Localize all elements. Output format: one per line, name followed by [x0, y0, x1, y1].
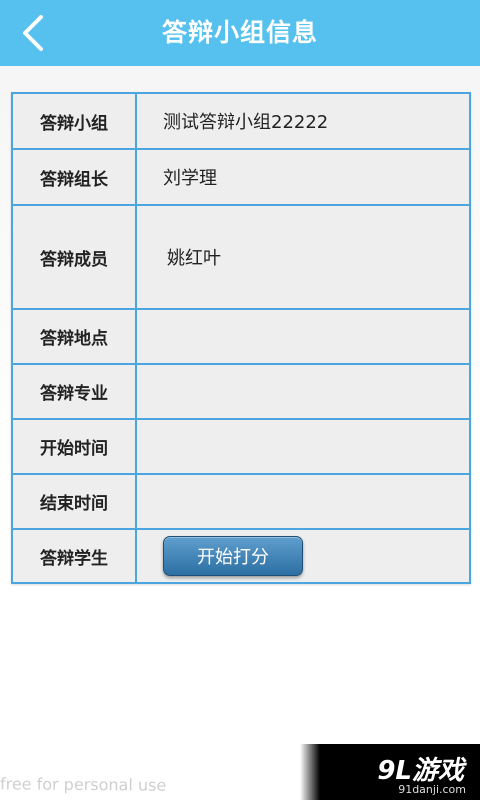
label-members: 答辩成员 — [13, 206, 137, 308]
value-end-time — [137, 475, 469, 528]
row-location: 答辩地点 — [13, 308, 469, 363]
value-location — [137, 310, 469, 363]
value-members: 姚红叶 — [167, 248, 221, 269]
logo-sub-text: 91danji.com — [398, 783, 466, 796]
value-students: 开始打分 — [137, 530, 469, 582]
value-leader: 刘学理 — [163, 168, 217, 189]
value-group: 测试答辩小组22222 — [163, 112, 329, 133]
row-major: 答辩专业 — [13, 363, 469, 418]
row-members: 答辩成员 姚红叶 — [13, 204, 469, 308]
label-students: 答辩学生 — [13, 530, 137, 582]
label-start-time: 开始时间 — [13, 420, 137, 473]
watermark-text: free for personal use — [0, 774, 167, 795]
row-start-time: 开始时间 — [13, 418, 469, 473]
value-major — [137, 365, 469, 418]
label-group: 答辩小组 — [13, 94, 137, 148]
value-start-time — [137, 420, 469, 473]
row-group: 答辩小组 测试答辩小组22222 — [13, 94, 469, 148]
label-end-time: 结束时间 — [13, 475, 137, 528]
group-info-table: 答辩小组 测试答辩小组22222 答辩组长 刘学理 答辩成员 姚红叶 答辩地点 … — [11, 92, 471, 584]
row-leader: 答辩组长 刘学理 — [13, 148, 469, 204]
page-title: 答辩小组信息 — [161, 18, 318, 47]
row-end-time: 结束时间 — [13, 473, 469, 528]
top-app-bar: 答辩小组信息 — [0, 0, 480, 66]
row-students: 答辩学生 开始打分 — [13, 528, 469, 582]
label-leader: 答辩组长 — [13, 150, 137, 204]
label-major: 答辩专业 — [13, 365, 137, 418]
site-logo: 9L游戏 91danji.com — [300, 744, 480, 800]
logo-main-text: 9L游戏 — [377, 756, 464, 786]
label-location: 答辩地点 — [13, 310, 137, 363]
start-scoring-button[interactable]: 开始打分 — [163, 536, 303, 576]
